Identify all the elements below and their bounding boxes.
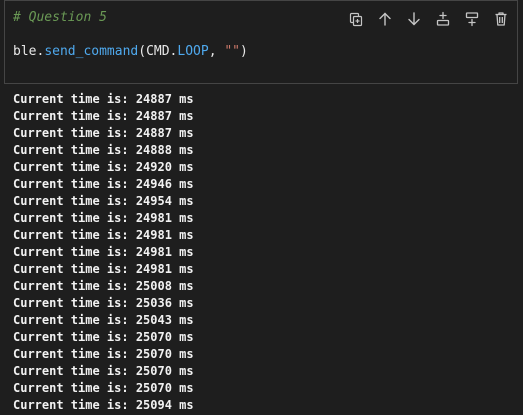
code-object: ble <box>13 44 37 59</box>
output-line: Current time is: 24888 ms <box>13 143 194 157</box>
code-line[interactable]: ble.send_command(CMD.LOOP, "") <box>13 44 248 60</box>
code-comment[interactable]: # Question 5 <box>13 10 107 26</box>
move-up-icon <box>378 12 391 26</box>
insert-above-button[interactable] <box>432 9 453 29</box>
move-down-icon <box>407 12 420 26</box>
cell-toolbar <box>345 9 511 29</box>
output-line: Current time is: 25094 ms <box>13 398 194 412</box>
output-line: Current time is: 24920 ms <box>13 160 194 174</box>
output-line: Current time is: 24981 ms <box>13 245 194 259</box>
output-line: Current time is: 25070 ms <box>13 364 194 378</box>
output-line: Current time is: 24981 ms <box>13 228 194 242</box>
output-line: Current time is: 24946 ms <box>13 177 194 191</box>
output-line: Current time is: 24887 ms <box>13 109 194 123</box>
code-method: send_command <box>44 44 139 59</box>
split-cell-button[interactable] <box>345 9 366 29</box>
code-close-paren: ) <box>240 44 248 59</box>
output-line: Current time is: 24954 ms <box>13 194 194 208</box>
output-line: Current time is: 24887 ms <box>13 126 194 140</box>
split-cell-icon <box>349 12 362 27</box>
delete-icon <box>495 12 506 26</box>
code-arg-member: LOOP <box>177 44 209 59</box>
insert-below-button[interactable] <box>461 9 482 29</box>
output-line: Current time is: 25070 ms <box>13 347 194 361</box>
delete-button[interactable] <box>490 9 511 29</box>
output-line: Current time is: 24887 ms <box>13 92 194 106</box>
insert-above-icon <box>436 11 449 26</box>
move-up-button[interactable] <box>374 9 395 29</box>
code-cell[interactable]: # Question 5 ble.send_command(CMD.LOOP, … <box>4 0 518 84</box>
cell-output: Current time is: 24887 ms Current time i… <box>13 91 194 414</box>
output-line: Current time is: 24981 ms <box>13 211 194 225</box>
output-line: Current time is: 25070 ms <box>13 381 194 395</box>
output-line: Current time is: 24981 ms <box>13 262 194 276</box>
output-line: Current time is: 25070 ms <box>13 330 194 344</box>
output-line: Current time is: 25043 ms <box>13 313 194 327</box>
output-line: Current time is: 25036 ms <box>13 296 194 310</box>
insert-below-icon <box>465 12 478 27</box>
move-down-button[interactable] <box>403 9 424 29</box>
output-line: Current time is: 25008 ms <box>13 279 194 293</box>
code-arg-string: "" <box>224 44 240 59</box>
code-open-paren: ( <box>138 44 147 59</box>
code-comma: , <box>208 44 225 59</box>
code-arg-object: CMD <box>146 44 170 59</box>
